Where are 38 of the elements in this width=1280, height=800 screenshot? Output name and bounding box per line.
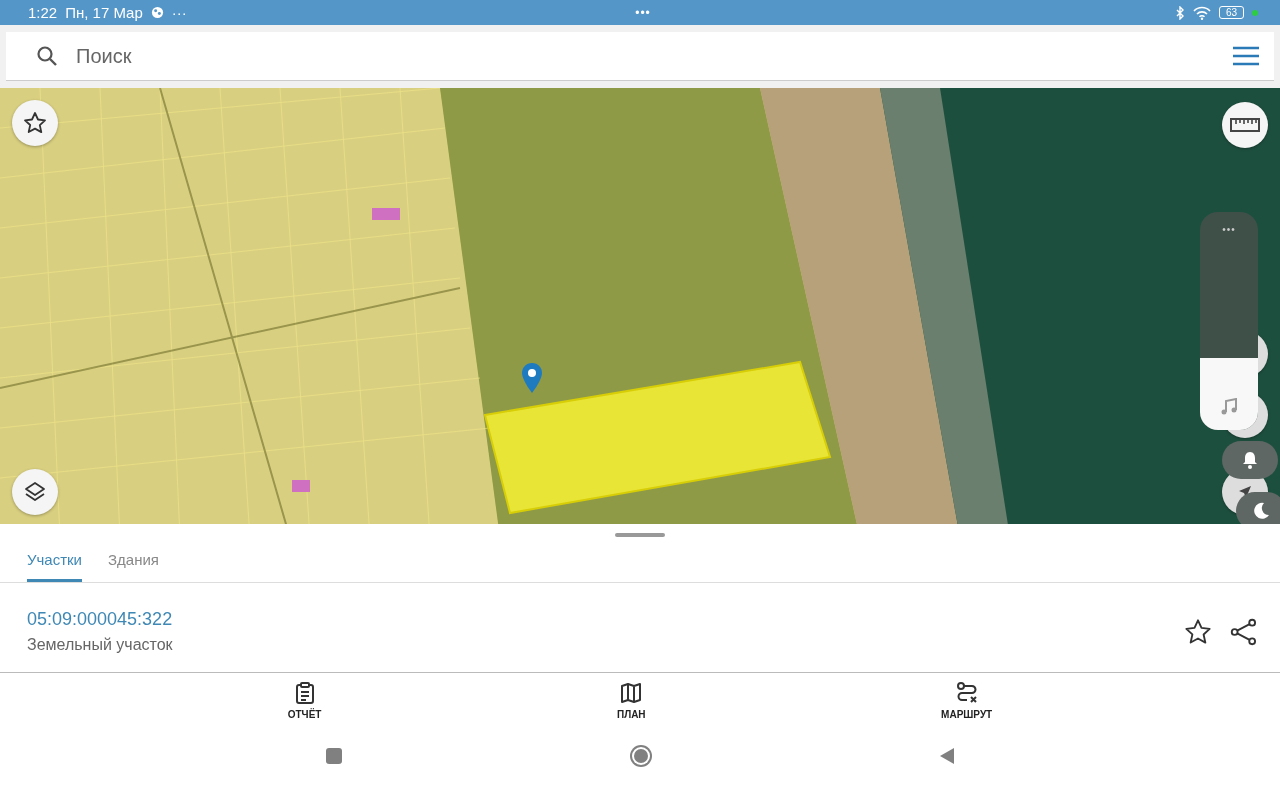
multitask-dots[interactable]: ••• [438,5,848,20]
music-note-icon [1220,398,1238,417]
tab[interactable]: Здания [108,539,159,583]
plan-button[interactable]: ПЛАН [616,681,646,732]
search-field[interactable]: Поиск [74,43,1216,69]
moon-icon [1252,502,1270,521]
clock: 1:22 [28,4,58,22]
bluetooth-icon [1174,5,1185,20]
battery-indicator: 63 [1218,6,1244,20]
volume-level[interactable] [1200,358,1258,431]
back-button[interactable] [940,747,954,764]
map-icon [619,681,644,706]
location-pin-icon[interactable] [521,362,543,395]
search-bar[interactable]: Поиск [6,32,1274,82]
wifi-icon [1192,5,1211,20]
search-icon [36,45,58,68]
star-icon [23,111,47,136]
bell-icon [1242,451,1258,470]
ruler-icon [1230,118,1260,133]
date: Пн, 17 Мар [65,4,143,22]
tab[interactable]: Участки [27,539,82,583]
more-notifications: ··· [171,4,187,22]
report-button[interactable]: ОТЧЁТ [287,681,322,732]
share-icon[interactable] [1230,617,1258,646]
route-button[interactable]: МАРШРУТ [941,681,993,732]
more-options[interactable]: ••• [1200,212,1258,236]
home-button[interactable] [634,748,648,763]
star-icon[interactable] [1184,617,1212,646]
do-not-disturb-menu[interactable] [1236,492,1280,525]
parcel-type: Земельный участок [27,636,173,655]
recent-apps-button[interactable] [326,747,342,764]
volume-dialog[interactable]: ••• [1200,212,1258,431]
cadastral-number-link[interactable]: 05:09:000045:322 [27,609,173,631]
drag-handle[interactable] [615,533,665,538]
privacy-dot [1252,9,1258,16]
satellite-map-drawing[interactable] [0,88,1280,525]
menu-icon[interactable] [1232,46,1260,67]
globe-icon [150,6,164,20]
